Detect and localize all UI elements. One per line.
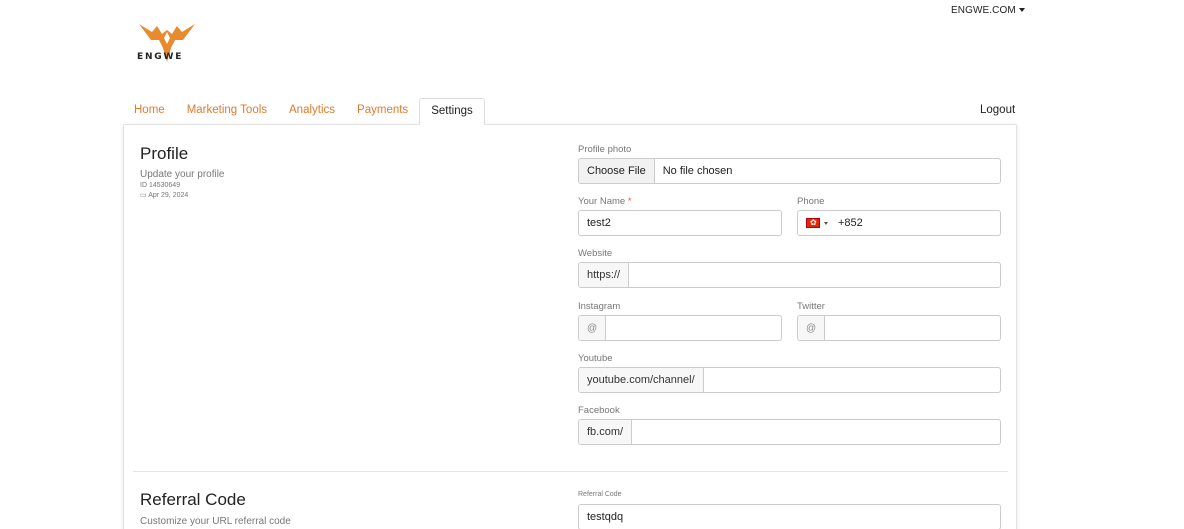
- name-label-text: Your Name: [578, 196, 626, 207]
- logo-text: ENGWE: [137, 52, 184, 62]
- tab-analytics[interactable]: Analytics: [278, 98, 346, 125]
- youtube-field[interactable]: youtube.com/channel/: [578, 367, 1001, 393]
- instagram-label: Instagram: [578, 301, 621, 312]
- website-prefix: https://: [579, 263, 630, 287]
- referral-code-label: Referral Code: [578, 491, 622, 498]
- logout-link[interactable]: Logout: [980, 104, 1015, 116]
- twitter-field[interactable]: @: [797, 315, 1001, 341]
- site-link-label: ENGWE.COM: [951, 5, 1016, 16]
- phone-label: Phone: [797, 196, 825, 207]
- caret-down-icon: [1018, 8, 1025, 13]
- required-mark: *: [627, 196, 632, 207]
- hong-kong-flag-icon[interactable]: [806, 217, 820, 229]
- website-label: Website: [578, 248, 613, 259]
- tab-settings[interactable]: Settings: [419, 98, 485, 125]
- youtube-prefix: youtube.com/channel/: [579, 368, 704, 392]
- referral-subtitle: Customize your URL referral code: [140, 516, 291, 527]
- facebook-field[interactable]: fb.com/: [578, 419, 1001, 445]
- choose-file-button[interactable]: Choose File: [579, 159, 655, 183]
- profile-title: Profile: [140, 144, 189, 163]
- profile-id: ID 14530649: [140, 182, 181, 189]
- name-value: test2: [587, 217, 611, 229]
- facebook-prefix: fb.com/: [579, 420, 633, 444]
- name-label: Your Name *: [578, 196, 632, 207]
- site-link[interactable]: ENGWE.COM: [951, 5, 1025, 16]
- main-tabs: Home Marketing Tools Analytics Payments …: [123, 98, 485, 125]
- twitter-label: Twitter: [797, 301, 825, 312]
- tab-home[interactable]: Home: [123, 98, 176, 125]
- photo-label: Profile photo: [578, 144, 632, 155]
- file-status: No file chosen: [662, 165, 733, 177]
- tab-marketing-tools[interactable]: Marketing Tools: [176, 98, 278, 125]
- instagram-prefix: @: [579, 316, 607, 340]
- twitter-prefix: @: [798, 316, 826, 340]
- name-field[interactable]: test2: [578, 210, 782, 236]
- profile-date: Apr 29, 2024: [148, 192, 189, 199]
- referral-code-value: testqdq: [587, 511, 624, 523]
- profile-subtitle: Update your profile: [140, 169, 225, 180]
- profile-date-row: ▭ Apr 29, 2024: [140, 191, 188, 199]
- facebook-label: Facebook: [578, 405, 620, 416]
- settings-card: Profile Update your profile ID 14530649 …: [123, 124, 1017, 529]
- phone-value: +852: [838, 217, 863, 229]
- referral-code-field[interactable]: testqdq: [578, 504, 1001, 529]
- calendar-icon: ▭: [140, 192, 147, 199]
- referral-title: Referral Code: [140, 490, 246, 509]
- phone-field[interactable]: +852: [797, 210, 1001, 236]
- website-field[interactable]: https://: [578, 262, 1001, 288]
- instagram-field[interactable]: @: [578, 315, 782, 341]
- section-divider: [133, 471, 1008, 472]
- youtube-label: Youtube: [578, 353, 613, 364]
- tab-payments[interactable]: Payments: [346, 98, 419, 125]
- profile-photo-input[interactable]: Choose File No file chosen: [578, 158, 1001, 184]
